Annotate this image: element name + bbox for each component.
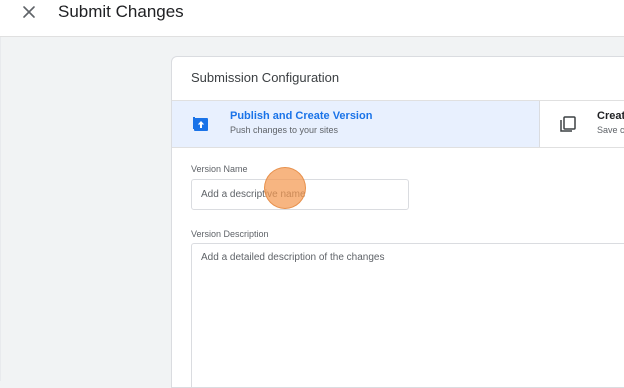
card-title: Submission Configuration — [191, 70, 340, 85]
version-description-input[interactable] — [191, 243, 624, 387]
version-description-label: Version Description — [191, 229, 269, 239]
top-bar: Submit Changes — [0, 0, 624, 37]
submission-configuration-card: Submission Configuration Publish and Cre… — [171, 56, 624, 388]
option-title: Creat — [597, 110, 624, 122]
publish-icon — [192, 115, 210, 133]
copy-icon — [559, 115, 577, 133]
submission-type-options: Publish and Create Version Push changes … — [172, 100, 624, 148]
option-publish-and-create-version[interactable]: Publish and Create Version Push changes … — [172, 101, 540, 147]
close-icon — [20, 3, 38, 21]
version-name-label: Version Name — [191, 164, 248, 174]
left-divider — [0, 37, 1, 381]
version-name-input[interactable] — [191, 179, 409, 210]
option-title: Publish and Create Version — [230, 110, 373, 122]
option-subtitle: Push changes to your sites — [230, 125, 339, 135]
close-button[interactable] — [20, 3, 38, 21]
page-title: Submit Changes — [58, 2, 184, 21]
option-subtitle: Save c — [597, 125, 624, 135]
option-create-version[interactable]: Creat Save c — [540, 101, 624, 147]
